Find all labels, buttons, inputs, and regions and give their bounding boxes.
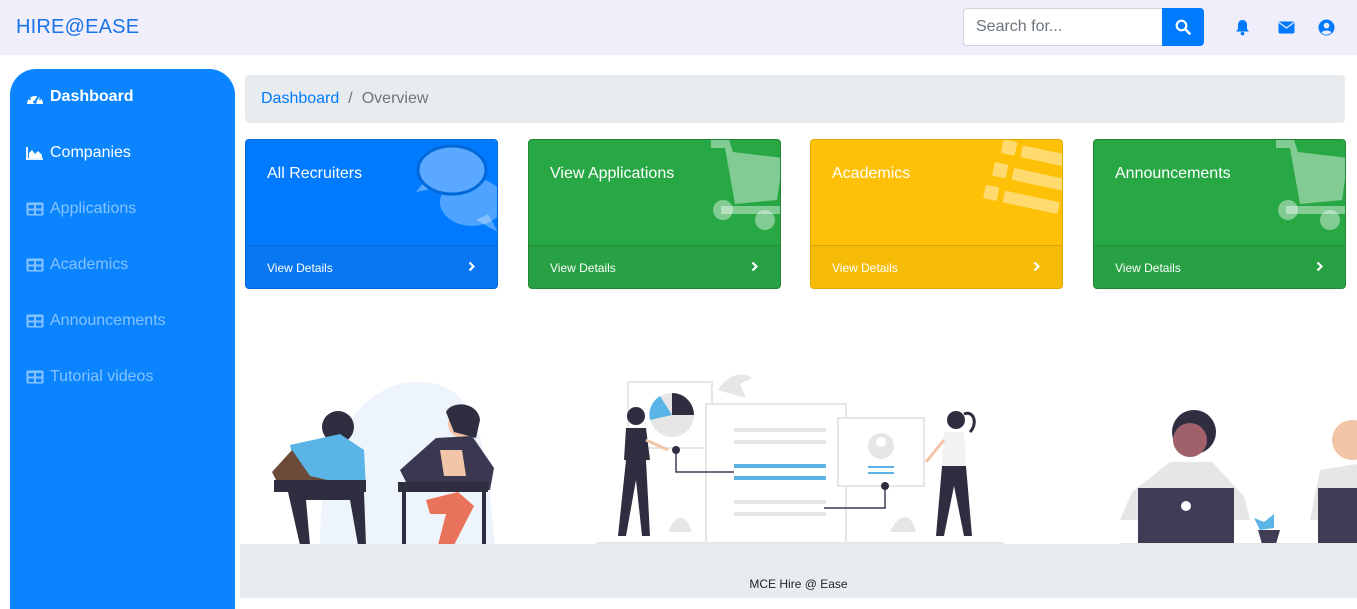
card-title: View Applications <box>550 165 675 182</box>
card-title: Academics <box>832 165 911 182</box>
tachometer-icon <box>26 89 44 105</box>
chevron-right-icon <box>1316 261 1323 272</box>
search-input[interactable] <box>963 8 1163 46</box>
sidebar-item-label: Announcements <box>50 312 166 329</box>
breadcrumb: Dashboard / Overview <box>245 75 1345 123</box>
sidebar-item-label: Dashboard <box>50 88 134 105</box>
breadcrumb-separator: / <box>348 90 353 107</box>
area-chart-icon <box>26 145 44 161</box>
view-details-link[interactable]: View Details <box>811 245 1062 288</box>
laptop-workers-illustration <box>1120 410 1357 545</box>
view-details-label: View Details <box>550 261 616 275</box>
table-icon <box>26 313 44 329</box>
sidebar-item-label: Tutorial videos <box>50 368 154 385</box>
breadcrumb-dashboard-link[interactable]: Dashboard <box>261 90 339 108</box>
user-circle-icon <box>1318 19 1334 35</box>
view-details-link[interactable]: View Details <box>1094 245 1345 288</box>
table-icon <box>26 369 44 385</box>
sidebar-item-label: Academics <box>50 256 129 273</box>
search-icon <box>1175 19 1191 35</box>
view-details-link[interactable]: View Details <box>529 245 780 288</box>
comments-icon <box>416 144 497 232</box>
breadcrumb-current: Overview <box>361 90 429 107</box>
messages-button[interactable] <box>1277 18 1295 36</box>
list-icon <box>983 140 1062 214</box>
chevron-right-icon <box>1033 261 1040 272</box>
view-details-label: View Details <box>1115 261 1181 275</box>
shopping-cart-icon <box>711 140 780 230</box>
card-title: All Recruiters <box>267 165 363 182</box>
students-illustration <box>272 381 495 545</box>
search-button[interactable] <box>1162 8 1204 46</box>
sidebar: Dashboard Companies Applications Academi… <box>10 69 235 609</box>
footer-text: MCE Hire @ Ease <box>749 577 848 591</box>
view-details-label: View Details <box>832 261 898 275</box>
table-icon <box>26 201 44 217</box>
card-announcements: Announcements View Details <box>1093 139 1346 289</box>
sidebar-item-companies[interactable]: Companies <box>26 141 131 165</box>
card-title: Announcements <box>1115 165 1231 182</box>
sidebar-item-label: Applications <box>50 200 137 217</box>
sidebar-item-dashboard[interactable]: Dashboard <box>26 85 134 109</box>
chevron-right-icon <box>468 261 475 272</box>
card-academics: Academics View Details <box>810 139 1063 289</box>
bell-icon <box>1235 19 1249 35</box>
sidebar-item-applications[interactable]: Applications <box>26 197 136 221</box>
sidebar-item-label: Companies <box>50 144 131 161</box>
page-footer: MCE Hire @ Ease <box>240 544 1357 598</box>
chevron-right-icon <box>751 261 758 272</box>
analytics-illustration <box>596 374 1004 545</box>
table-icon <box>26 257 44 273</box>
hero-illustration <box>272 374 1357 545</box>
user-menu-button[interactable] <box>1317 18 1335 36</box>
notifications-button[interactable] <box>1233 18 1251 36</box>
card-view-applications: View Applications View Details <box>528 139 781 289</box>
sidebar-item-academics[interactable]: Academics <box>26 253 128 277</box>
brand-logo[interactable]: HIRE@EASE <box>16 16 139 39</box>
top-navbar: HIRE@EASE <box>0 0 1357 55</box>
envelope-icon <box>1278 21 1294 33</box>
card-all-recruiters: All Recruiters View Details <box>245 139 498 289</box>
sidebar-item-tutorial-videos[interactable]: Tutorial videos <box>26 365 153 389</box>
sidebar-item-announcements[interactable]: Announcements <box>26 309 166 333</box>
shopping-cart-icon <box>1276 140 1345 230</box>
search-form <box>963 8 1204 46</box>
view-details-label: View Details <box>267 261 333 275</box>
view-details-link[interactable]: View Details <box>246 245 497 288</box>
